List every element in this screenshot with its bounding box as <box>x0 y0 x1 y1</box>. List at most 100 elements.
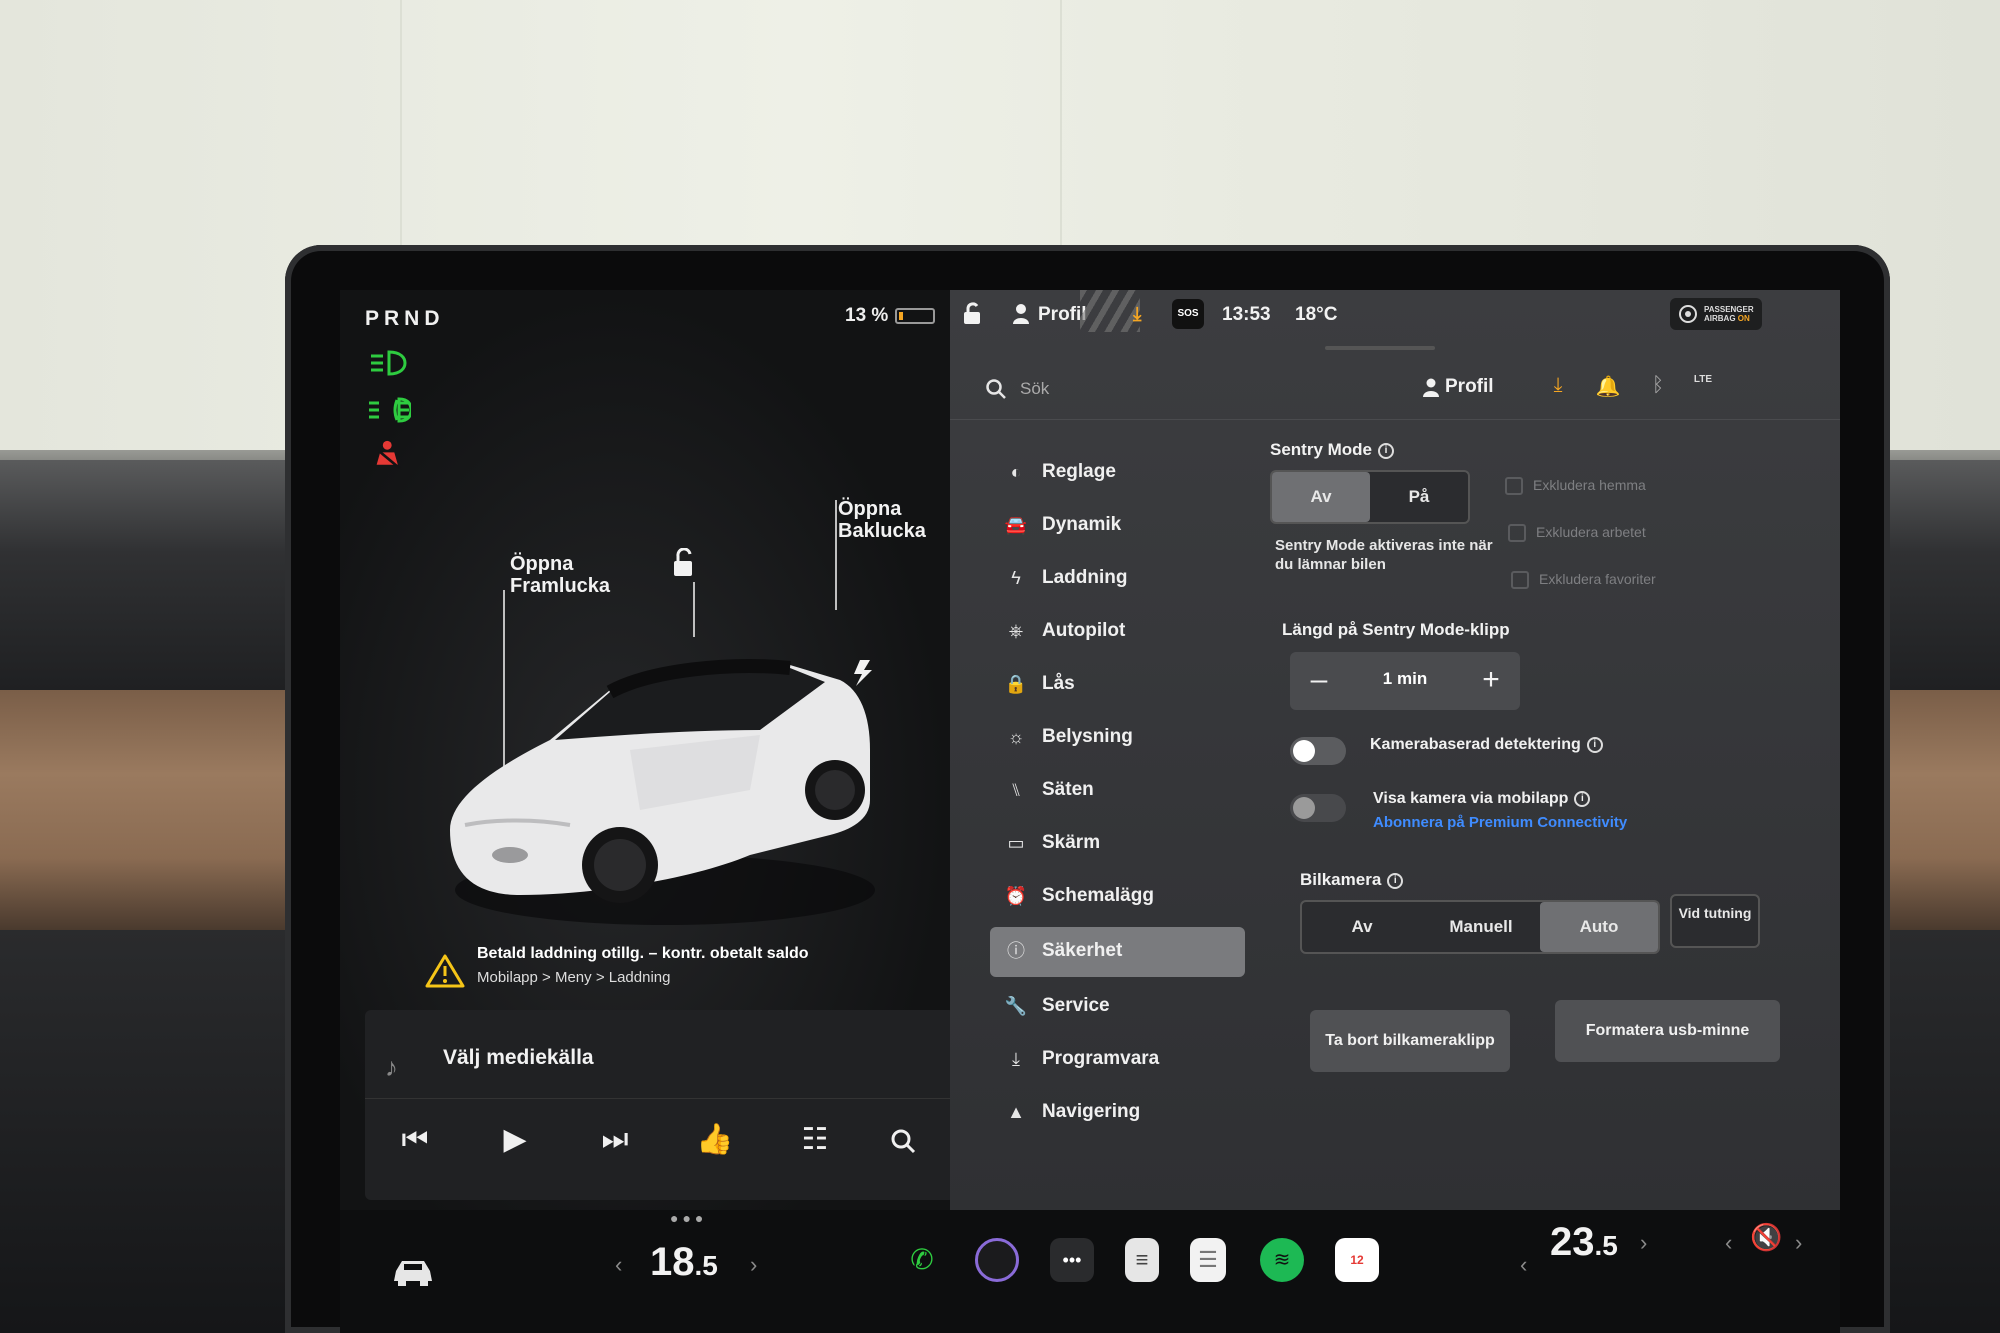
decrease-button[interactable]: – <box>1296 658 1342 704</box>
charging-alert[interactable]: Betald laddning otillg. – kontr. obetalt… <box>425 935 885 1005</box>
equalizer-icon[interactable]: ☷ <box>795 1120 835 1160</box>
trunk-open-button[interactable]: Öppna Baklucka <box>838 498 938 542</box>
camera-app-icon[interactable] <box>975 1238 1019 1282</box>
header-profile-button[interactable]: Profil <box>1445 376 1494 398</box>
manual-app-icon[interactable]: ≡ <box>1125 1238 1159 1282</box>
media-search-icon[interactable] <box>890 1128 916 1154</box>
sentry-off-option[interactable]: Av <box>1272 472 1370 522</box>
car-menu-icon[interactable] <box>390 1255 436 1287</box>
menu-item-autopilot[interactable]: ⎈ Autopilot <box>990 607 1245 657</box>
premium-connectivity-link[interactable]: Abonnera på Premium Connectivity <box>1373 814 1627 831</box>
frunk-open-button[interactable]: Öppna Framlucka <box>510 553 630 597</box>
info-icon[interactable]: i <box>1574 791 1591 807</box>
calendar-day: 12 <box>1350 1253 1364 1267</box>
navigation-icon: ▲ <box>1007 1102 1025 1122</box>
sentry-mode-note: Sentry Mode aktiveras inte när du lämnar… <box>1275 537 1493 573</box>
search-icon <box>986 379 1006 399</box>
menu-item-skarm[interactable]: ▭ Skärm <box>990 819 1245 869</box>
lte-signal-icon: LTE <box>1690 374 1716 400</box>
exclude-favorites-label: Exkludera favoriter <box>1539 571 1656 587</box>
notes-app-icon[interactable]: ☰ <box>1190 1238 1226 1282</box>
warning-triangle-icon <box>425 954 465 988</box>
spotify-icon[interactable]: ≋ <box>1260 1238 1304 1282</box>
camera-detection-label: Kamerabaserad detektering i <box>1370 736 1603 754</box>
increase-button[interactable]: + <box>1468 658 1514 704</box>
header-download-icon[interactable]: ⤓ <box>1545 374 1571 400</box>
delete-dashcam-clips-button[interactable]: Ta bort bilkameraklipp <box>1310 1010 1510 1072</box>
settings-search-input[interactable] <box>1020 374 1320 404</box>
dashcam-off-option[interactable]: Av <box>1302 902 1422 952</box>
info-icon[interactable]: i <box>1586 737 1603 753</box>
dashcam-honk-option[interactable]: Vid tutning <box>1672 896 1758 946</box>
clip-length-stepper: – 1 min + <box>1290 652 1520 710</box>
sos-button[interactable]: SOS <box>1172 299 1204 329</box>
media-source-button[interactable]: Välj mediekälla <box>443 1046 594 1070</box>
format-usb-button[interactable]: Formatera usb-minne <box>1555 1000 1780 1062</box>
car-icon: 🚘 <box>1004 515 1028 535</box>
menu-item-las[interactable]: 🔒 Lås <box>990 660 1245 710</box>
previous-track-icon[interactable]: ⏮ <box>395 1120 435 1160</box>
stripe-decoration <box>1080 290 1140 332</box>
menu-item-programvara[interactable]: ⤓ Programvara <box>990 1035 1245 1085</box>
dashcam-title-text: Bilkamera <box>1300 870 1382 889</box>
unlock-icon[interactable] <box>670 548 696 578</box>
menu-item-sakerhet[interactable]: ⓘ Säkerhet <box>990 927 1245 977</box>
settings-panel: Profil ⤓ SOS 13:53 18°C PASSENGER AIRBAG… <box>950 290 1840 1210</box>
volume-muted-icon[interactable]: 🔇 <box>1750 1222 1782 1253</box>
drag-handle[interactable] <box>1325 346 1435 350</box>
dashcam-auto-option[interactable]: Auto <box>1540 902 1658 952</box>
menu-item-schemalagg[interactable]: ⏰ Schemalägg <box>990 872 1245 922</box>
checkbox <box>1505 477 1523 495</box>
menu-item-navigering[interactable]: ▲ Navigering <box>990 1088 1245 1138</box>
calendar-icon[interactable]: 12 <box>1335 1238 1379 1282</box>
sentry-on-option[interactable]: På <box>1370 472 1468 522</box>
driver-temp-down-icon[interactable]: ‹ <box>615 1252 622 1278</box>
menu-item-belysning[interactable]: ☼ Belysning <box>990 713 1245 763</box>
mobile-camera-toggle[interactable] <box>1290 794 1346 822</box>
passenger-temp-up-icon[interactable]: › <box>1640 1230 1647 1256</box>
menu-item-saten[interactable]: ⑊ Säten <box>990 766 1245 816</box>
dashcam-manual-option[interactable]: Manuell <box>1422 902 1540 952</box>
bluetooth-icon[interactable]: ᛒ <box>1645 374 1671 400</box>
driver-temperature[interactable]: 18.5 <box>650 1240 718 1285</box>
sentry-mode-selector: Av På <box>1270 470 1470 524</box>
volume-up-chevron-icon[interactable]: › <box>1795 1230 1802 1256</box>
camera-detection-toggle[interactable] <box>1290 737 1346 765</box>
airbag-text: PASSENGER AIRBAG ON <box>1704 305 1754 323</box>
battery-percentage: 13 % <box>845 305 889 326</box>
menu-label: Programvara <box>1042 1048 1160 1069</box>
notification-bell-icon[interactable]: 🔔 <box>1595 374 1621 400</box>
touchscreen: PRND 13 % Öppna Framlucka Öppna Baklucka… <box>340 290 1840 1333</box>
headlight-icon <box>371 350 407 376</box>
sun-icon: ☼ <box>1007 727 1025 747</box>
menu-item-service[interactable]: 🔧 Service <box>990 982 1245 1032</box>
more-apps-icon[interactable]: ••• <box>1050 1238 1094 1282</box>
passenger-temperature[interactable]: 23.5 <box>1550 1220 1618 1265</box>
dashcam-title: Bilkamera i <box>1300 870 1404 890</box>
dashcam-honk-option-container: Vid tutning <box>1670 894 1760 948</box>
menu-item-reglage[interactable]: ◐ Reglage <box>990 448 1245 498</box>
dashcam-selector: Av Manuell Auto <box>1300 900 1660 954</box>
info-icon[interactable]: i <box>1387 873 1404 889</box>
outside-temperature: 18°C <box>1295 304 1338 325</box>
next-track-icon[interactable]: ⏭ <box>595 1120 635 1160</box>
play-icon[interactable]: ▶ <box>495 1120 535 1160</box>
seatbelt-warning-icon <box>376 440 401 470</box>
info-icon[interactable]: i <box>1378 443 1395 459</box>
menu-item-laddning[interactable]: ϟ Laddning <box>990 554 1245 604</box>
driver-temp-up-icon[interactable]: › <box>750 1252 757 1278</box>
profile-icon <box>1013 304 1029 324</box>
passenger-temp-down-icon[interactable]: ‹ <box>1520 1252 1527 1278</box>
airbag-line2: AIRBAG <box>1704 314 1736 323</box>
menu-item-dynamik[interactable]: 🚘 Dynamik <box>990 501 1245 551</box>
checkbox <box>1511 571 1529 589</box>
menu-label: Säkerhet <box>1042 940 1123 961</box>
volume-down-chevron-icon[interactable]: ‹ <box>1725 1230 1732 1256</box>
clip-length-value: 1 min <box>1382 669 1428 688</box>
unlocked-status-icon[interactable] <box>962 302 982 326</box>
phone-icon[interactable]: ✆ <box>900 1238 944 1282</box>
menu-label: Autopilot <box>1042 620 1126 641</box>
thumbs-up-icon[interactable]: 👍 <box>695 1120 735 1160</box>
menu-label: Navigering <box>1042 1101 1141 1122</box>
update-download-icon[interactable]: ⤓ <box>1133 304 1141 326</box>
